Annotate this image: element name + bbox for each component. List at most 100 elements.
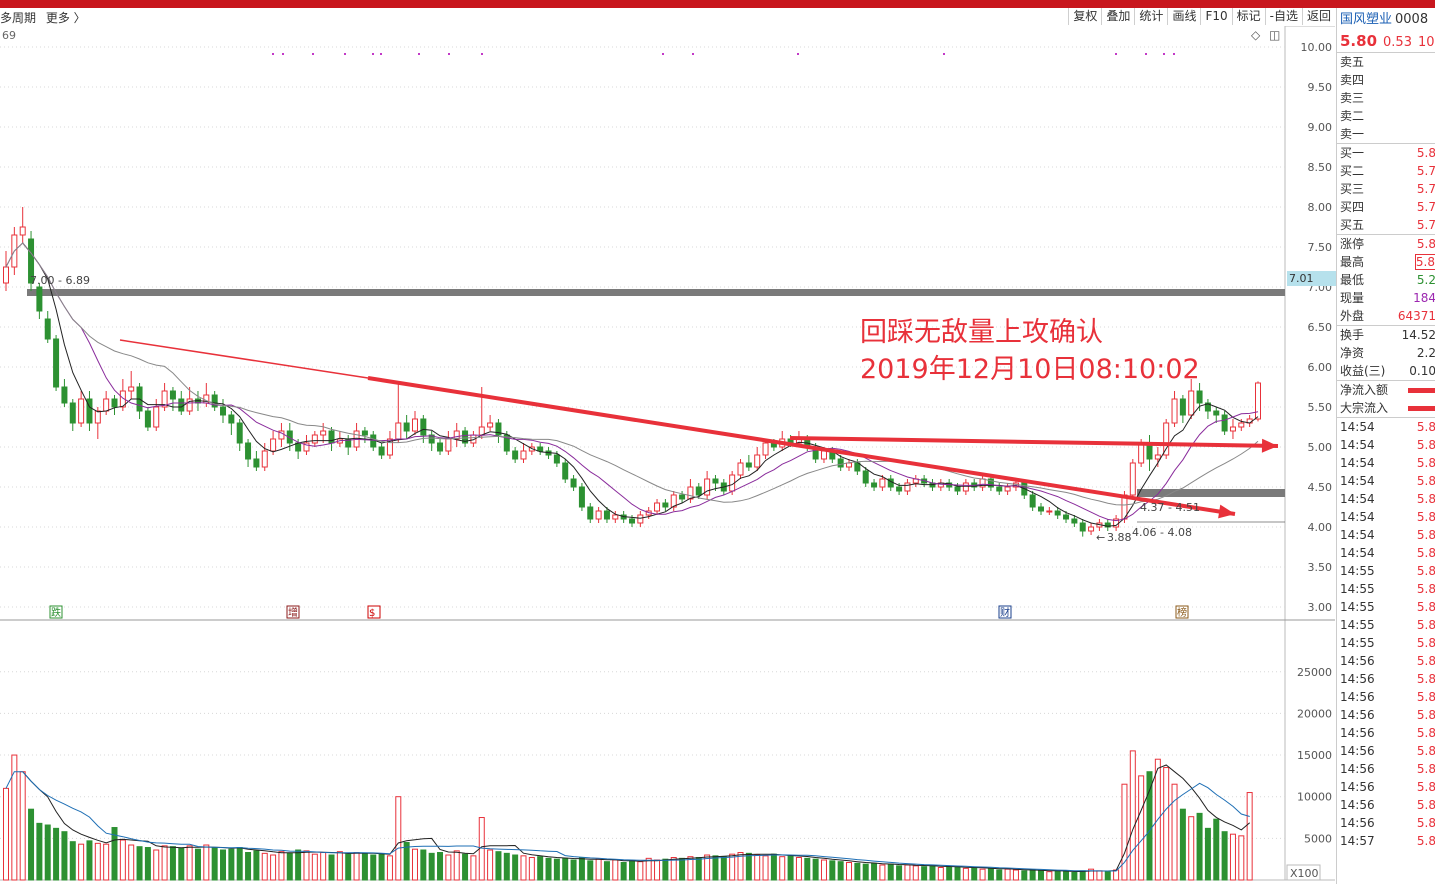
volume-bar — [545, 857, 552, 881]
candle-body — [328, 430, 335, 444]
candle-body — [1213, 410, 1220, 416]
diamond-icon[interactable]: ◇ — [1251, 28, 1260, 42]
candle-body — [487, 422, 494, 428]
volume-bar — [729, 853, 736, 881]
candle-body — [178, 398, 185, 412]
tick-time: 14:55 — [1340, 564, 1375, 578]
ask-level: 卖五 — [1337, 53, 1435, 71]
candle-body — [3, 266, 9, 284]
candle-body — [695, 486, 702, 496]
volume-bar — [495, 851, 502, 881]
volume-bar — [654, 859, 661, 881]
volume-bar — [553, 858, 560, 881]
kline-chart[interactable]: 10.009.509.008.508.007.507.006.506.005.5… — [0, 0, 1335, 884]
ask-level: 卖二 — [1337, 107, 1435, 125]
volume-bar — [103, 843, 110, 881]
stat-row-value: 5.8 — [1414, 254, 1435, 270]
tick-time: 14:56 — [1340, 654, 1375, 668]
volume-bar — [1004, 868, 1011, 881]
bid-level-label: 买四 — [1340, 200, 1365, 214]
tick-list[interactable]: 14:54 5.8 14:54 5.8 14:54 5.8 14:54 5.8 14:54 5.8… — [1337, 417, 1435, 850]
signal-dot — [1145, 53, 1147, 55]
volume-bar — [754, 854, 761, 881]
price-tick-label: 3.50 — [1308, 561, 1333, 574]
volume-bar — [36, 822, 43, 881]
tick-time: 14:54 — [1340, 528, 1375, 542]
ask-level-label: 卖四 — [1340, 73, 1365, 87]
tick-row: 14:56 5.8 — [1337, 760, 1435, 778]
volume-bar — [1063, 871, 1070, 881]
volume-bar — [1246, 792, 1253, 881]
candle-body — [1029, 494, 1036, 508]
stock-code: 0008 — [1395, 12, 1429, 27]
tick-time: 14:54 — [1340, 456, 1375, 470]
volume-bar — [1071, 872, 1078, 881]
stock-name[interactable]: 国风塑业 — [1340, 12, 1392, 27]
annotation-timestamp: 2019年12月10日08:10:02 — [860, 354, 1200, 385]
tick-time: 14:55 — [1340, 600, 1375, 614]
tick-price: 5.8 — [1416, 780, 1435, 794]
signal-dot — [344, 53, 346, 55]
volume-bar — [620, 862, 627, 881]
window-toggle-icon[interactable]: ◫ — [1269, 28, 1280, 42]
flow-bar — [1408, 406, 1435, 411]
volume-bar — [954, 867, 961, 881]
event-marker: $ — [369, 608, 375, 619]
bid-level-value: 5.7 — [1416, 218, 1435, 232]
stat-row-value: 64371 — [1397, 309, 1435, 323]
volume-bar — [194, 848, 201, 881]
tick-price: 5.8 — [1416, 690, 1435, 704]
candle-body — [44, 318, 51, 340]
volume-bar — [1221, 831, 1228, 881]
candle-body — [153, 406, 160, 428]
volume-bar — [1129, 750, 1136, 881]
volume-bar — [278, 851, 285, 881]
resistance-band — [27, 289, 1285, 296]
bid-level-value: 5.7 — [1416, 200, 1435, 214]
volume-bar — [979, 868, 986, 881]
volume-bar — [19, 771, 26, 881]
bid-level: 买五 5.7 — [1337, 216, 1435, 234]
tick-price: 5.8 — [1416, 474, 1435, 488]
tick-row: 14:55 5.8 — [1337, 634, 1435, 652]
candle-body — [846, 462, 853, 468]
candle-body — [253, 458, 260, 468]
volume-bar — [603, 861, 610, 881]
volume-bar — [470, 855, 477, 881]
signal-dot — [448, 53, 450, 55]
candle-body — [111, 398, 118, 408]
candle-body — [311, 434, 318, 444]
tick-row: 14:54 5.8 — [1337, 436, 1435, 454]
volume-bar — [745, 852, 752, 881]
candle-body — [603, 510, 610, 520]
volume-bar — [445, 854, 452, 881]
tick-price: 5.8 — [1416, 510, 1435, 524]
volume-bar — [570, 859, 577, 881]
tick-time: 14:56 — [1340, 708, 1375, 722]
volume-bar — [1229, 833, 1236, 881]
tick-time: 14:56 — [1340, 780, 1375, 794]
tick-price: 5.8 — [1416, 726, 1435, 740]
price-tick-label: 6.00 — [1308, 361, 1333, 374]
candle-body — [78, 398, 85, 424]
support-label-2: 4.37 - 4.51 — [1140, 501, 1200, 514]
candle-body — [403, 422, 410, 432]
volume-bar — [1188, 816, 1195, 881]
volume-bar — [595, 858, 602, 881]
tick-price: 5.8 — [1416, 528, 1435, 542]
indicator-value: 69 — [2, 29, 16, 42]
flow-row-label: 大宗流入 — [1340, 401, 1389, 415]
volume-bar — [1204, 827, 1211, 881]
candle-body — [587, 506, 594, 520]
volume-bar — [203, 844, 210, 881]
stat-row-value: 14.52 — [1401, 328, 1435, 342]
candle-body — [53, 338, 60, 388]
candle-body — [1171, 398, 1178, 424]
bid-level-label: 买五 — [1340, 218, 1365, 232]
tick-time: 14:56 — [1340, 744, 1375, 758]
stat-row: 最低 5.2 — [1337, 271, 1435, 289]
volume-bar — [403, 842, 410, 881]
price-tick-label: 3.00 — [1308, 601, 1333, 614]
tick-price: 5.8 — [1416, 420, 1435, 434]
volume-bar — [820, 859, 827, 881]
